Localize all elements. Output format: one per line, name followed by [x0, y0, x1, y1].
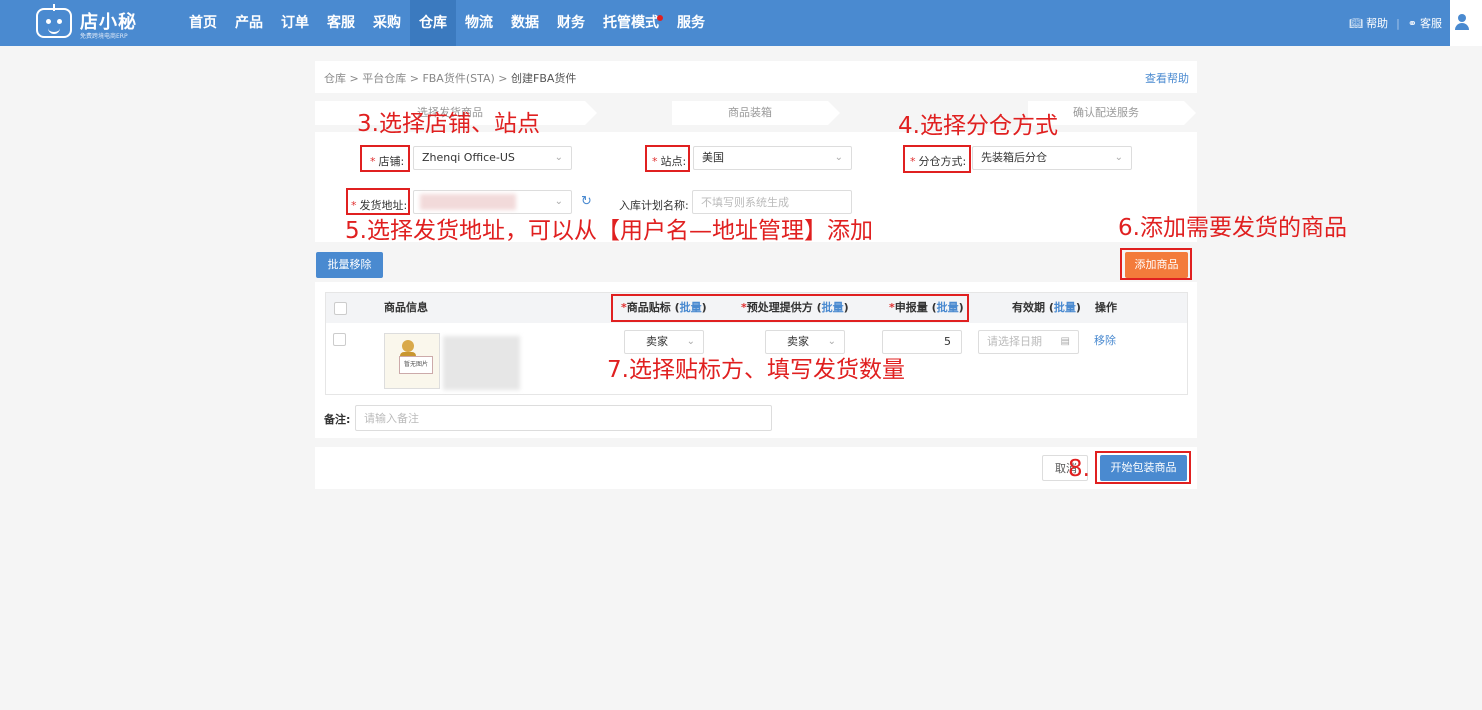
store-select[interactable]: Zhenqi Office-US ⌄ [413, 146, 572, 170]
nav-item-managed-mode-label: 托管模式 [603, 15, 659, 31]
top-right-links: 📖︎ 帮助 | ⚭ 客服 [1349, 15, 1442, 31]
highlight-address [346, 188, 410, 215]
nav-item-data[interactable]: 数据 [502, 0, 548, 46]
remove-link[interactable]: 移除 [1094, 332, 1116, 348]
plan-name-input[interactable] [692, 190, 852, 214]
remark-label: 备注: [324, 413, 351, 426]
breadcrumb-platform-warehouse[interactable]: 平台仓库 [362, 72, 406, 85]
notification-dot-icon [657, 15, 663, 21]
annotation-step-6: 6.添加需要发货的商品 [1118, 215, 1347, 241]
product-thumbnail: 暂无图片 [384, 333, 440, 389]
highlight-start-pack [1095, 451, 1191, 484]
breadcrumb-current: 创建FBA货件 [511, 72, 577, 85]
highlight-add-product [1120, 248, 1192, 280]
app-logo[interactable]: 店小秘 免费跨境电商ERP [36, 4, 146, 40]
view-help-link[interactable]: 查看帮助 [1145, 70, 1189, 86]
declared-qty-input[interactable]: 5 [882, 330, 962, 354]
batch-expiry-link[interactable]: 批量 [1054, 301, 1076, 314]
book-icon: 📖︎ [1349, 16, 1364, 30]
calendar-icon: ▤ [1060, 336, 1070, 347]
nav-item-orders[interactable]: 订单 [272, 0, 318, 46]
prep-owner-select[interactable]: 卖家 ⌄ [765, 330, 845, 354]
chevron-down-icon: ⌄ [554, 152, 563, 163]
nav-item-finance[interactable]: 财务 [548, 0, 594, 46]
label-owner-select[interactable]: 卖家 ⌄ [624, 330, 704, 354]
highlight-site [645, 145, 690, 172]
nav-item-purchasing[interactable]: 采购 [364, 0, 410, 46]
chevron-down-icon: ⌄ [827, 336, 836, 347]
nav-item-warehouse[interactable]: 仓库 [410, 0, 456, 46]
top-nav-bar: 店小秘 免费跨境电商ERP 首页 产品 订单 客服 采购 仓库 物流 数据 财务… [0, 0, 1482, 46]
breadcrumb-warehouse[interactable]: 仓库 [324, 72, 346, 85]
annotation-step-3: 3.选择店铺、站点 [357, 111, 540, 137]
expiry-date-picker[interactable]: 请选择日期 ▤ [978, 330, 1079, 354]
col-operation: 操作 [1095, 301, 1117, 314]
site-select[interactable]: 美国 ⌄ [693, 146, 852, 170]
annotation-step-8: 8. [1068, 456, 1090, 482]
step-pack-products: 商品装箱 [672, 101, 828, 125]
chevron-down-icon: ⌄ [1114, 152, 1123, 163]
headset-icon: ⚭ [1407, 16, 1417, 30]
main-nav: 首页 产品 订单 客服 采购 仓库 物流 数据 财务 托管模式 服务 [180, 0, 714, 46]
split-method-select[interactable]: 先装箱后分仓 ⌄ [972, 146, 1132, 170]
nav-item-services[interactable]: 服务 [668, 0, 714, 46]
col-product-info: 商品信息 [384, 301, 428, 314]
chevron-down-icon: ⌄ [554, 196, 563, 207]
nav-item-logistics[interactable]: 物流 [456, 0, 502, 46]
chevron-down-icon: ⌄ [686, 336, 695, 347]
remark-input[interactable] [355, 405, 772, 431]
annotation-step-5: 5.选择发货地址，可以从【用户名—地址管理】添加 [345, 218, 873, 244]
batch-remove-button[interactable]: 批量移除 [316, 252, 383, 278]
help-link-top[interactable]: 帮助 [1366, 15, 1388, 31]
nav-item-home[interactable]: 首页 [180, 0, 226, 46]
col-expiry: 有效期 (批量) [1012, 301, 1081, 314]
redacted-address [420, 194, 516, 210]
breadcrumb-fba-shipment[interactable]: FBA货件(STA) [422, 72, 494, 85]
annotation-step-4: 4.选择分仓方式 [898, 113, 1058, 139]
robot-logo-icon [36, 4, 72, 38]
nav-item-customer-service[interactable]: 客服 [318, 0, 364, 46]
chevron-down-icon: ⌄ [834, 152, 843, 163]
highlight-store [360, 145, 410, 172]
nav-item-products[interactable]: 产品 [226, 0, 272, 46]
select-all-checkbox[interactable] [334, 302, 347, 315]
breadcrumb: 仓库 > 平台仓库 > FBA货件(STA) > 创建FBA货件 [324, 72, 577, 85]
highlight-split-method [903, 145, 971, 173]
highlight-required-columns [611, 294, 969, 322]
no-image-text: 暂无图片 [399, 356, 433, 374]
row-checkbox[interactable] [333, 333, 346, 346]
nav-item-managed-mode[interactable]: 托管模式 [594, 0, 668, 46]
user-avatar-icon[interactable] [1450, 0, 1482, 46]
refresh-icon[interactable]: ↻ [581, 194, 592, 209]
redacted-product-info [443, 336, 520, 390]
plan-name-label: 入库计划名称: [619, 199, 689, 212]
customer-service-link[interactable]: 客服 [1420, 15, 1442, 31]
logo-subtitle: 免费跨境电商ERP [80, 33, 128, 40]
annotation-step-7: 7.选择贴标方、填写发货数量 [607, 357, 905, 383]
